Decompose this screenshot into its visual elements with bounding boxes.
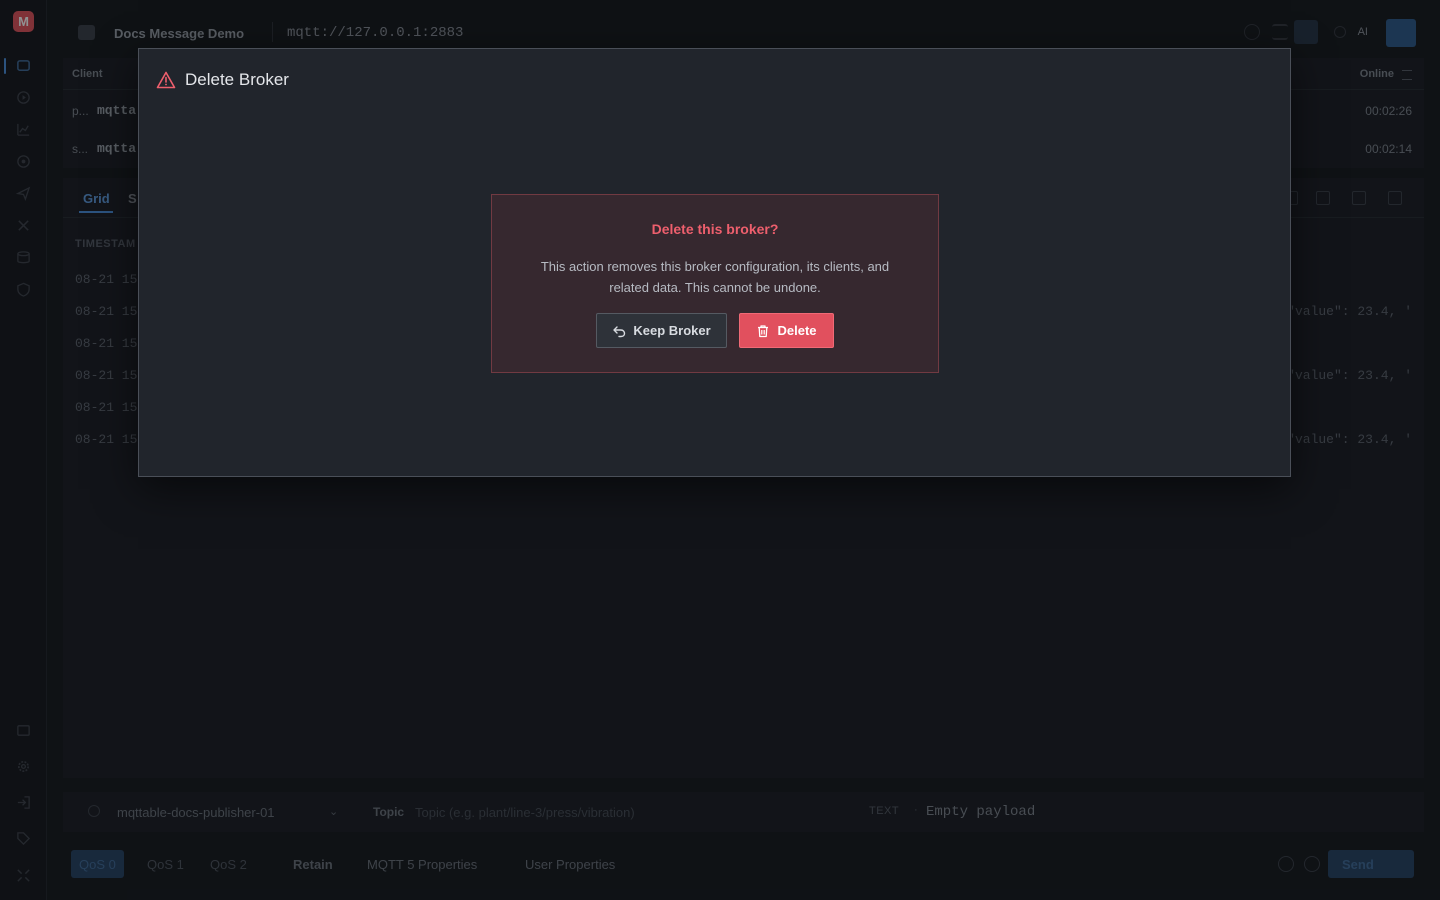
delete-broker-dialog: Delete Broker Delete this broker? This a… <box>138 48 1291 477</box>
dialog-title: Delete Broker <box>185 70 289 89</box>
delete-confirmation-box: Delete this broker? This action removes … <box>491 194 939 373</box>
delete-button[interactable]: Delete <box>739 313 834 348</box>
delete-label: Delete <box>777 323 817 338</box>
undo-icon <box>613 325 626 337</box>
warning-icon <box>156 71 176 89</box>
keep-broker-label: Keep Broker <box>633 323 711 338</box>
confirm-title: Delete this broker? <box>651 221 779 237</box>
trash-icon <box>758 324 769 337</box>
confirm-message: This action removes this broker configur… <box>540 259 890 295</box>
dialog-header: Delete Broker <box>156 69 289 91</box>
keep-broker-button[interactable]: Keep Broker <box>596 313 727 348</box>
